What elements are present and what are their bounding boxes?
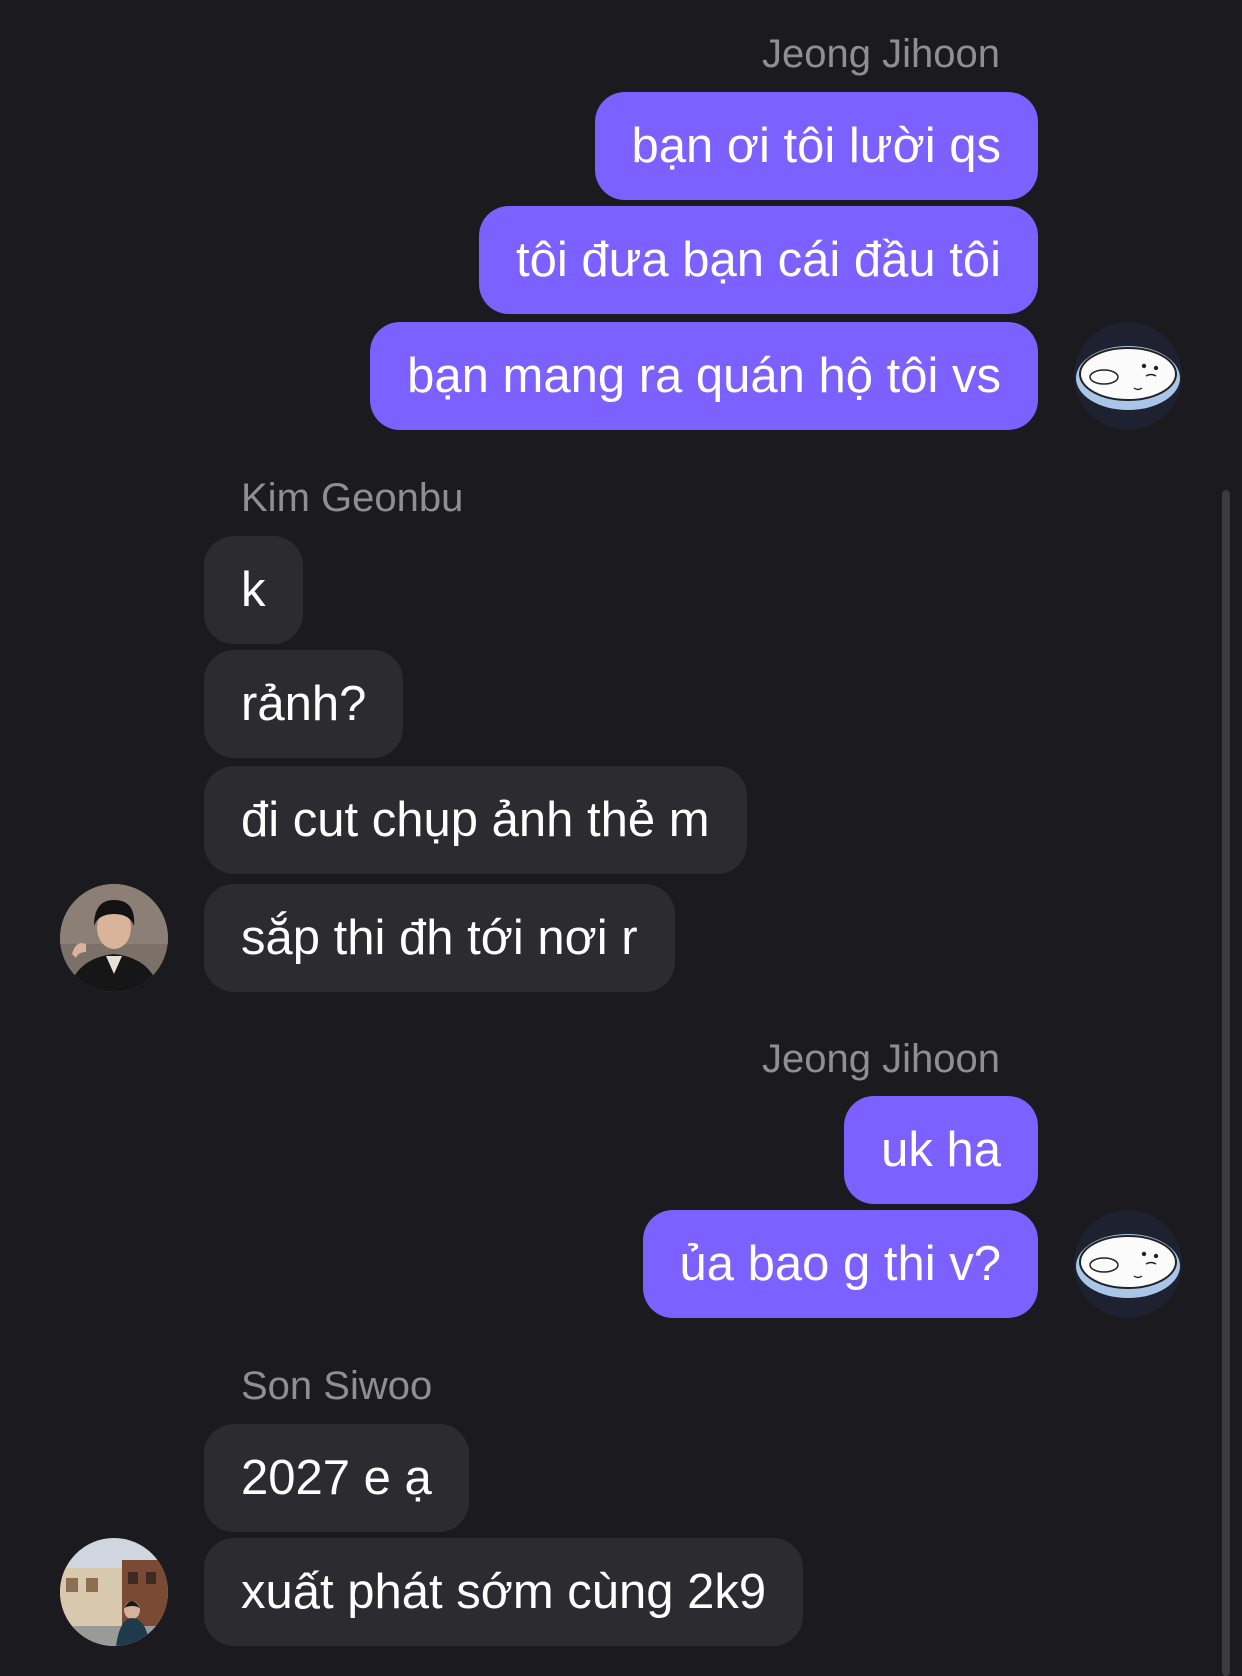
message-bubble-incoming[interactable]: 2027 e ạ bbox=[204, 1424, 469, 1532]
sender-name: Son Siwoo bbox=[241, 1364, 433, 1408]
person-street-photo-avatar[interactable] bbox=[60, 1538, 168, 1646]
message-bubble-outgoing[interactable]: bạn ơi tôi lười qs bbox=[594, 92, 1038, 200]
message-bubble-outgoing[interactable]: bạn mang ra quán hộ tôi vs bbox=[370, 322, 1038, 430]
message-bubble-incoming[interactable]: k bbox=[204, 536, 303, 644]
sender-name: Jeong Jihoon bbox=[762, 1037, 1000, 1081]
message-bubble-outgoing[interactable]: ủa bao g thi v? bbox=[642, 1210, 1038, 1318]
message-bubble-incoming[interactable]: xuất phát sớm cùng 2k9 bbox=[204, 1538, 804, 1646]
seal-sticker-icon[interactable] bbox=[1074, 1210, 1182, 1318]
message-bubble-outgoing[interactable]: tôi đưa bạn cái đầu tôi bbox=[478, 206, 1038, 314]
scrollbar[interactable] bbox=[1222, 490, 1230, 1676]
message-bubble-outgoing[interactable]: uk ha bbox=[844, 1096, 1038, 1204]
message-bubble-incoming[interactable]: đi cut chụp ảnh thẻ m bbox=[204, 766, 747, 874]
sender-name: Kim Geonbu bbox=[241, 476, 464, 520]
sender-name: Jeong Jihoon bbox=[762, 32, 1000, 76]
message-bubble-incoming[interactable]: rảnh? bbox=[204, 650, 404, 758]
person-photo-avatar[interactable] bbox=[60, 884, 168, 992]
message-bubble-incoming[interactable]: sắp thi đh tới nơi r bbox=[204, 884, 675, 992]
seal-sticker-icon[interactable] bbox=[1074, 322, 1182, 430]
